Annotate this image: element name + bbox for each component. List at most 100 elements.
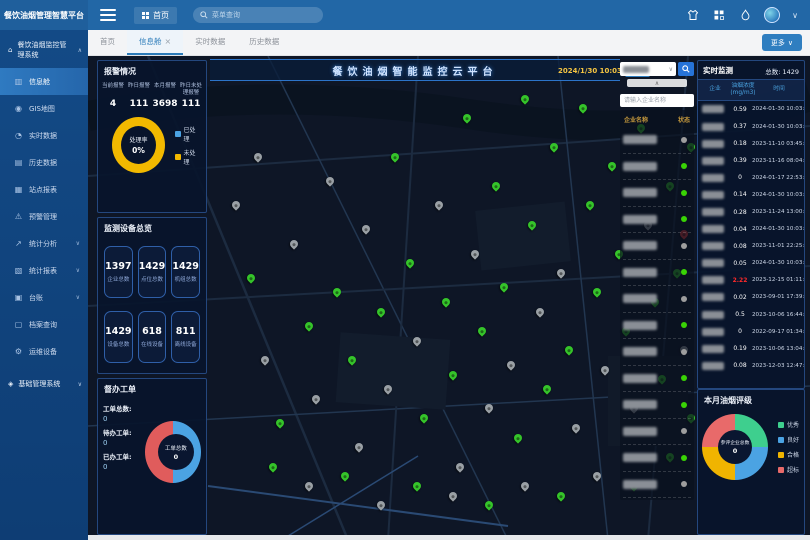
sidebar-item-运维设备[interactable]: ⚙运维设备 — [0, 338, 88, 365]
map-pin[interactable] — [505, 359, 516, 370]
realtime-row[interactable]: 0.042024-01-30 10:03:00 — [698, 221, 804, 238]
company-row[interactable] — [623, 260, 691, 287]
map-pin[interactable] — [476, 325, 487, 336]
sidebar-group-monitoring[interactable]: ⌂ 餐饮油烟监控管理系统 ∧ — [0, 30, 88, 68]
realtime-row[interactable]: 0.52023-10-06 16:44:00 — [698, 306, 804, 323]
tab-实时数据[interactable]: 实时数据 — [183, 30, 237, 55]
map-pin[interactable] — [411, 480, 422, 491]
map-pin[interactable] — [346, 354, 357, 365]
company-row[interactable] — [623, 286, 691, 313]
sidebar-item-档案查询[interactable]: ▢档案查询 — [0, 311, 88, 338]
map-pin[interactable] — [548, 141, 559, 152]
sidebar-item-GIS地图[interactable]: ◉GIS地图 — [0, 95, 88, 122]
map-pin[interactable] — [382, 383, 393, 394]
map-pin[interactable] — [411, 335, 422, 346]
map-pin[interactable] — [418, 412, 429, 423]
sidebar-item-统计报表[interactable]: ▧统计报表∨ — [0, 257, 88, 284]
map-pin[interactable] — [252, 151, 263, 162]
map-pin[interactable] — [563, 345, 574, 356]
collapse-handle[interactable]: ∧ — [627, 79, 687, 87]
realtime-row[interactable]: 0.082023-12-03 12:47:00 — [698, 357, 804, 374]
realtime-row[interactable]: 0.392023-11-16 08:04:00 — [698, 152, 804, 169]
map-pin[interactable] — [361, 224, 372, 235]
map-pin[interactable] — [556, 490, 567, 501]
tab-历史数据[interactable]: 历史数据 — [237, 30, 291, 55]
company-row[interactable] — [623, 233, 691, 260]
map-pin[interactable] — [512, 432, 523, 443]
map-pin[interactable] — [483, 500, 494, 511]
map-pin[interactable] — [606, 161, 617, 172]
map-pin[interactable] — [325, 175, 336, 186]
map-pin[interactable] — [404, 258, 415, 269]
map-pin[interactable] — [303, 321, 314, 332]
company-search-button[interactable] — [678, 62, 694, 76]
map-pin[interactable] — [527, 219, 538, 230]
map-pin[interactable] — [447, 490, 458, 501]
sidebar-item-实时数据[interactable]: ◔实时数据 — [0, 122, 88, 149]
sidebar-item-预警管理[interactable]: ⚠预警管理 — [0, 203, 88, 230]
company-row[interactable] — [623, 392, 691, 419]
map-pin[interactable] — [483, 403, 494, 414]
map-pin[interactable] — [541, 383, 552, 394]
realtime-row[interactable]: 0.372024-01-30 10:03:00 — [698, 118, 804, 135]
map-pin[interactable] — [288, 238, 299, 249]
realtime-row[interactable]: 0.182023-11-10 03:45:00 — [698, 135, 804, 152]
map-pin[interactable] — [599, 364, 610, 375]
map-pin[interactable] — [592, 287, 603, 298]
map-pin[interactable] — [585, 200, 596, 211]
map-pin[interactable] — [231, 200, 242, 211]
company-row[interactable] — [623, 472, 691, 499]
sidebar-item-历史数据[interactable]: ▤历史数据 — [0, 149, 88, 176]
map-pin[interactable] — [447, 369, 458, 380]
realtime-row[interactable]: 02022-09-17 01:34:00 — [698, 323, 804, 340]
company-type-select[interactable]: ∨ — [620, 62, 676, 76]
company-row[interactable] — [623, 419, 691, 446]
realtime-row[interactable]: 0.192023-10-06 13:04:00 — [698, 340, 804, 357]
company-name-input[interactable] — [620, 94, 694, 107]
map-pin[interactable] — [455, 461, 466, 472]
realtime-row[interactable]: 0.592024-01-30 10:03:00 — [698, 101, 804, 118]
company-row[interactable] — [623, 339, 691, 366]
realtime-row[interactable]: 0.082023-11-01 22:25:00 — [698, 238, 804, 255]
map-pin[interactable] — [440, 296, 451, 307]
more-button[interactable]: 更多 ∨ — [762, 34, 802, 51]
map-pin[interactable] — [353, 442, 364, 453]
company-row[interactable] — [623, 313, 691, 340]
menu-toggle-icon[interactable] — [100, 9, 116, 21]
map-pin[interactable] — [274, 417, 285, 428]
sidebar-item-信息舱[interactable]: ▥信息舱 — [0, 68, 88, 95]
map-pin[interactable] — [570, 422, 581, 433]
user-avatar[interactable] — [764, 7, 780, 23]
company-row[interactable] — [623, 154, 691, 181]
breadcrumb-home[interactable]: 首页 — [134, 7, 177, 24]
map-pin[interactable] — [390, 151, 401, 162]
map-pin[interactable] — [303, 480, 314, 491]
map-pin[interactable] — [534, 306, 545, 317]
sidebar-group-base-system[interactable]: ◈ 基础管理系统 ∨ — [0, 369, 88, 397]
map-pin[interactable] — [491, 180, 502, 191]
map-pin[interactable] — [267, 461, 278, 472]
map-pin[interactable] — [433, 200, 444, 211]
map-pin[interactable] — [577, 103, 588, 114]
company-row[interactable] — [623, 366, 691, 393]
company-row[interactable] — [623, 127, 691, 154]
sidebar-item-站点报表[interactable]: ▦站点报表 — [0, 176, 88, 203]
realtime-row[interactable]: 0.022023-09-01 17:39:00 — [698, 289, 804, 306]
company-row[interactable] — [623, 180, 691, 207]
tab-首页[interactable]: 首页 — [88, 30, 127, 55]
tab-信息舱[interactable]: 信息舱× — [127, 30, 183, 55]
company-row[interactable] — [623, 445, 691, 472]
sidebar-item-统计分析[interactable]: ↗统计分析∨ — [0, 230, 88, 257]
realtime-row[interactable]: 0.142024-01-30 10:03:00 — [698, 186, 804, 203]
tab-close-icon[interactable]: × — [165, 37, 172, 46]
map-pin[interactable] — [462, 112, 473, 123]
apps-grid-icon[interactable] — [712, 8, 726, 22]
menu-search[interactable] — [193, 7, 323, 23]
realtime-row[interactable]: 02024-01-17 22:53:00 — [698, 169, 804, 186]
map-pin[interactable] — [592, 471, 603, 482]
map-pin[interactable] — [498, 282, 509, 293]
map-pin[interactable] — [375, 306, 386, 317]
map-pin[interactable] — [339, 471, 350, 482]
map-pin[interactable] — [245, 272, 256, 283]
realtime-row[interactable]: 2.222023-12-15 01:11:00 — [698, 272, 804, 289]
